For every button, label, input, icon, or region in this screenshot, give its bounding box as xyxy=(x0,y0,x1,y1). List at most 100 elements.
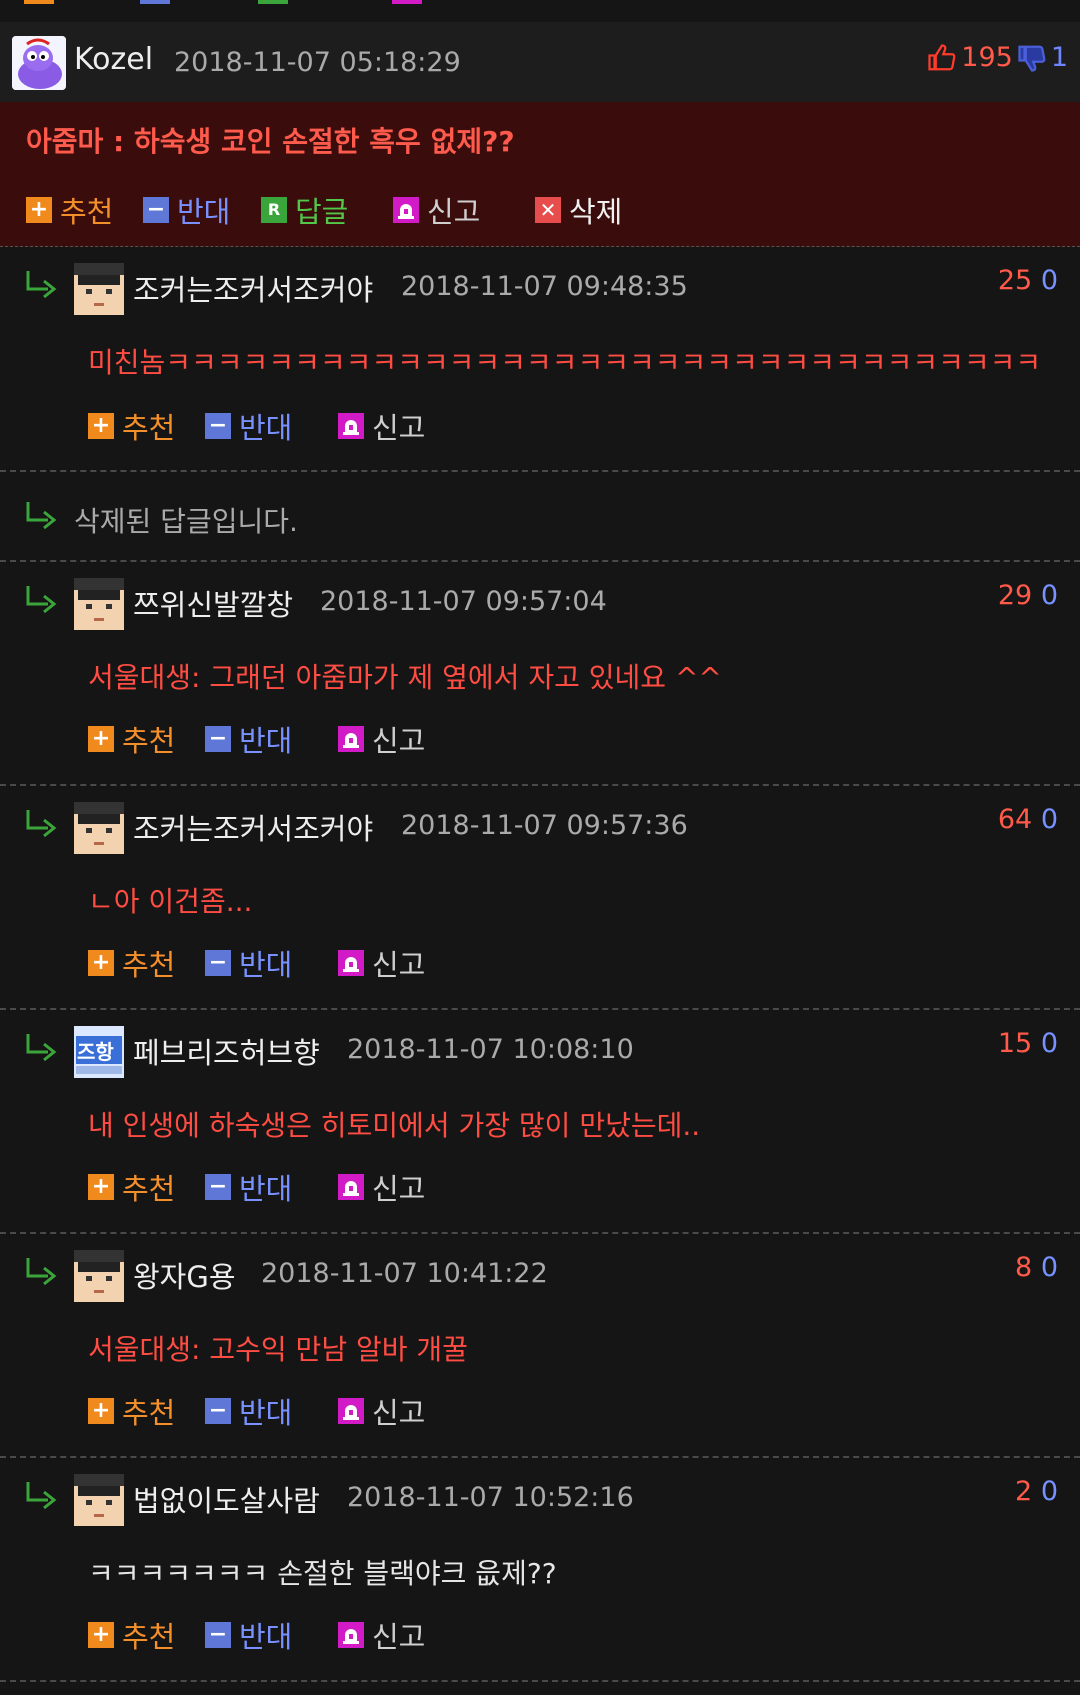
reply-author[interactable]: 페브리즈허브향 xyxy=(133,1030,320,1072)
main-comment-text: 아줌마 : 하숙생 코인 손절한 흑우 없제?? xyxy=(26,125,515,158)
report-button[interactable]: 신고 xyxy=(338,1390,425,1432)
delete-button[interactable]: ✕ 삭제 xyxy=(535,189,622,231)
reply-arrow-icon xyxy=(26,1258,57,1286)
minus-icon: − xyxy=(205,1622,231,1648)
recommend-label: 추천 xyxy=(122,948,176,982)
oppose-button[interactable]: − 반대 xyxy=(205,1390,292,1432)
reply-text: ㅋㅋㅋㅋㅋㅋㅋ 손절한 블랙야크 읎제?? xyxy=(88,1557,557,1590)
avatar-text: 즈항 xyxy=(77,1040,114,1064)
avatar[interactable] xyxy=(74,1474,124,1526)
reply-author[interactable]: 조커는조커서조커야 xyxy=(133,806,373,848)
avatar[interactable] xyxy=(74,1250,124,1302)
reply-button[interactable]: R 답글 xyxy=(261,189,348,231)
reply-author[interactable]: 법없이도살사람 xyxy=(133,1478,320,1520)
recommend-label: 추천 xyxy=(122,1620,176,1654)
up-vote-count: 2 xyxy=(1015,1476,1033,1507)
avatar[interactable] xyxy=(12,36,66,90)
report-button[interactable]: 신고 xyxy=(338,405,425,447)
oppose-button[interactable]: − 반대 xyxy=(205,942,292,984)
recommend-label: 추천 xyxy=(122,724,176,758)
report-button[interactable]: 신고 xyxy=(338,718,425,760)
oppose-label: 반대 xyxy=(239,411,293,445)
author-name[interactable]: Kozel xyxy=(74,42,153,77)
thumbs-down-icon xyxy=(1018,45,1046,72)
plus-icon: + xyxy=(88,1622,114,1648)
reply-text: 내 인생에 하숙생은 히토미에서 가장 많이 만났는데.. xyxy=(88,1109,701,1142)
down-vote-count: 0 xyxy=(1040,265,1058,296)
report-label: 신고 xyxy=(372,1620,426,1654)
reply-arrow-icon xyxy=(26,1034,57,1062)
up-vote-count: 25 xyxy=(997,265,1033,296)
student-avatar-icon xyxy=(74,1474,124,1526)
report-label: 신고 xyxy=(372,411,426,445)
recommend-button[interactable]: + 추천 xyxy=(88,942,175,984)
oppose-button[interactable]: − 반대 xyxy=(205,1166,292,1208)
reply-vote-counts: 15 0 xyxy=(998,1028,1058,1059)
up-vote-count: 29 xyxy=(997,580,1033,611)
oppose-label: 반대 xyxy=(239,1620,293,1654)
plus-icon: + xyxy=(88,1398,114,1424)
report-button[interactable]: 신고 xyxy=(393,189,480,231)
recommend-button[interactable]: + 추천 xyxy=(88,1614,175,1656)
report-button[interactable]: 신고 xyxy=(338,942,425,984)
reply-item: 즈항 페브리즈허브향 2018-11-07 10:08:10 15 0 내 인생… xyxy=(0,1010,1080,1234)
report-label: 신고 xyxy=(372,948,426,982)
recommend-button[interactable]: + 추천 xyxy=(88,718,175,760)
siren-icon xyxy=(338,1174,364,1200)
siren-icon xyxy=(338,726,364,752)
recommend-button[interactable]: + 추천 xyxy=(88,1166,175,1208)
reply-author[interactable]: 왕자G용 xyxy=(133,1254,236,1296)
recommend-label: 추천 xyxy=(60,195,114,229)
report-label: 신고 xyxy=(427,195,481,229)
close-icon: ✕ xyxy=(535,197,561,223)
avatar[interactable] xyxy=(74,263,124,315)
oppose-button[interactable]: − 반대 xyxy=(143,189,230,231)
reply-arrow-icon xyxy=(26,502,57,530)
reply-arrow-icon xyxy=(26,810,57,838)
reply-author[interactable]: 조커는조커서조커야 xyxy=(133,267,373,309)
deleted-reply-text: 삭제된 답글입니다. xyxy=(74,505,298,538)
student-avatar-icon xyxy=(74,802,124,854)
report-button[interactable]: 신고 xyxy=(338,1166,425,1208)
reply-vote-counts: 8 0 xyxy=(1015,1252,1058,1283)
reply-date: 2018-11-07 09:48:35 xyxy=(401,271,688,302)
reply-item: 조커는조커서조커야 2018-11-07 09:57:36 64 0 ㄴ아 이건… xyxy=(0,786,1080,1010)
main-comment-actions: + 추천 − 반대 R 답글 신고 ✕ 삭제 xyxy=(0,164,1080,246)
reply-date: 2018-11-07 10:08:10 xyxy=(347,1034,634,1065)
avatar[interactable] xyxy=(74,578,124,630)
minus-icon: − xyxy=(205,413,231,439)
avatar[interactable] xyxy=(74,802,124,854)
report-label: 신고 xyxy=(372,724,426,758)
reply-label: 답글 xyxy=(295,195,349,229)
down-vote-count: 0 xyxy=(1040,1476,1058,1507)
reply-item: 쯔위신발깔창 2018-11-07 09:57:04 29 0 서울대생: 그래… xyxy=(0,562,1080,786)
report-button[interactable]: 신고 xyxy=(338,1614,425,1656)
reply-date: 2018-11-07 10:41:22 xyxy=(261,1258,548,1289)
oppose-button[interactable]: − 반대 xyxy=(205,718,292,760)
down-vote-count: 0 xyxy=(1040,1252,1058,1283)
report-label: 신고 xyxy=(372,1396,426,1430)
oppose-button[interactable]: − 반대 xyxy=(205,1614,292,1656)
reply-item: 법없이도살사람 2018-11-07 10:52:16 2 0 ㅋㅋㅋㅋㅋㅋㅋ … xyxy=(0,1458,1080,1682)
reply-arrow-icon xyxy=(26,271,57,299)
reply-arrow-icon xyxy=(26,586,57,614)
plus-icon: + xyxy=(88,1174,114,1200)
oppose-label: 반대 xyxy=(239,948,293,982)
oppose-label: 반대 xyxy=(239,724,293,758)
recommend-button[interactable]: + 추천 xyxy=(88,1390,175,1432)
student-avatar-icon xyxy=(74,578,124,630)
recommend-button[interactable]: + 추천 xyxy=(26,189,113,231)
down-vote-count: 0 xyxy=(1040,804,1058,835)
reply-item: 왕자G용 2018-11-07 10:41:22 8 0 서울대생: 고수익 만… xyxy=(0,1234,1080,1458)
reply-text: 서울대생: 고수익 만남 알바 개꿀 xyxy=(88,1333,468,1366)
reply-date: 2018-11-07 09:57:36 xyxy=(401,810,688,841)
siren-icon xyxy=(338,1398,364,1424)
purple-creature-avatar-icon xyxy=(12,36,66,90)
siren-icon xyxy=(338,413,364,439)
avatar[interactable]: 즈항 xyxy=(74,1026,124,1078)
oppose-button[interactable]: − 반대 xyxy=(205,405,292,447)
up-vote-count: 195 xyxy=(961,42,1013,73)
reply-vote-counts: 64 0 xyxy=(998,804,1058,835)
recommend-button[interactable]: + 추천 xyxy=(88,405,175,447)
reply-author[interactable]: 쯔위신발깔창 xyxy=(133,582,293,624)
